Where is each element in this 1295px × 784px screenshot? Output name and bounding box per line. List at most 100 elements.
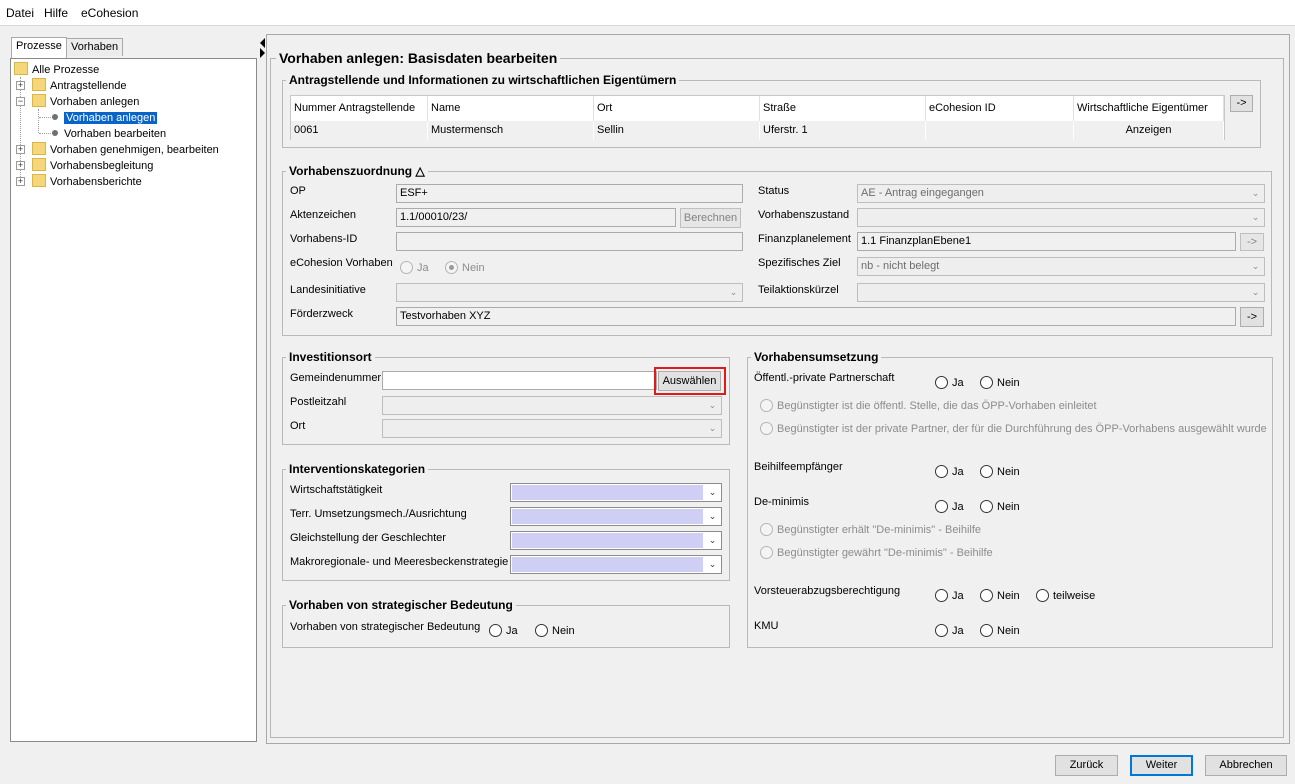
menu-ecohesion[interactable]: eCohesion <box>81 6 138 20</box>
collapse-left-icon[interactable] <box>260 38 265 48</box>
table-cell[interactable]: Mustermensch <box>428 121 594 140</box>
tax-no-radio[interactable]: Nein <box>980 589 1020 603</box>
op-label: OP <box>290 185 306 197</box>
menu-file[interactable]: Datei <box>6 6 34 20</box>
status-label: Status <box>758 185 790 197</box>
table-cell[interactable] <box>926 121 1074 140</box>
menu-bar: Datei Hilfe eCohesion <box>0 0 1295 26</box>
strategic-yes-radio[interactable]: Ja <box>489 624 518 638</box>
city-select[interactable]: ⌄ <box>382 419 722 438</box>
tree-item-approve[interactable]: Vorhaben genehmigen, bearbeiten <box>32 142 219 158</box>
show-owners-button[interactable]: Anzeigen <box>1074 121 1224 140</box>
tree-item-create-project[interactable]: Vorhaben anlegen <box>52 110 158 126</box>
tab-projects[interactable]: Vorhaben <box>66 38 124 56</box>
applicants-table: Nummer Antragstellende Name Ort Straße e… <box>290 95 1225 140</box>
table-header[interactable]: Straße <box>760 96 926 121</box>
kmu-no-radio[interactable]: Nein <box>980 624 1020 638</box>
tree-item-monitoring[interactable]: Vorhabensbegleitung <box>32 158 153 174</box>
menu-help[interactable]: Hilfe <box>44 6 68 20</box>
city-label: Ort <box>290 420 306 432</box>
tree-root[interactable]: Alle Prozesse <box>14 62 99 78</box>
ecohesion-yes-radio[interactable]: Ja <box>400 261 429 275</box>
folder-icon <box>32 142 46 155</box>
finplan-arrow-button[interactable]: -> <box>1240 233 1264 251</box>
ppp-yes-radio[interactable]: Ja <box>935 376 964 390</box>
purpose-arrow-button[interactable]: -> <box>1240 307 1264 327</box>
table-header[interactable]: Name <box>428 96 594 121</box>
state-select[interactable]: ⌄ <box>857 208 1265 227</box>
folder-icon <box>32 78 46 91</box>
specific-goal-select[interactable]: nb - nicht belegt ⌄ <box>857 257 1265 276</box>
deminimis-label: De-minimis <box>754 496 809 508</box>
table-header[interactable]: eCohesion ID <box>926 96 1074 121</box>
zip-select[interactable]: ⌄ <box>382 396 722 415</box>
macroregional-select[interactable]: ⌄ <box>510 555 722 574</box>
applicants-arrow-button[interactable]: -> <box>1230 95 1253 112</box>
aid-yes-radio[interactable]: Ja <box>935 465 964 479</box>
specific-goal-label: Spezifisches Ziel <box>758 257 841 269</box>
tab-processes[interactable]: Prozesse <box>11 37 67 58</box>
project-id-field <box>396 232 743 251</box>
collapse-triangle-icon[interactable]: △ <box>415 164 424 178</box>
ppp-label: Öffentl.-private Partnerschaft <box>754 372 895 384</box>
tree-item-create-project-group[interactable]: Vorhaben anlegen <box>32 94 139 110</box>
expand-icon[interactable]: + <box>16 161 25 170</box>
op-field: ESF+ <box>396 184 743 203</box>
project-id-label: Vorhabens-ID <box>290 233 358 245</box>
macroregional-label: Makroregionale- und Meeresbeckenstrategi… <box>290 556 509 568</box>
collapse-icon[interactable]: − <box>16 97 25 106</box>
territorial-select[interactable]: ⌄ <box>510 507 722 526</box>
territorial-label: Terr. Umsetzungsmech./Ausrichtung <box>290 508 467 520</box>
tree-item-edit-project[interactable]: Vorhaben bearbeiten <box>52 126 166 142</box>
bullet-icon <box>52 130 58 136</box>
next-button[interactable]: Weiter <box>1130 755 1193 776</box>
implementation-legend: Vorhabensumsetzung <box>751 350 882 364</box>
kmu-yes-radio[interactable]: Ja <box>935 624 964 638</box>
municipality-label: Gemeindenummer <box>290 372 382 384</box>
table-header[interactable]: Nummer Antragstellende <box>291 96 428 121</box>
tax-partial-radio[interactable]: teilweise <box>1036 589 1095 603</box>
expand-right-icon[interactable] <box>260 48 265 58</box>
cancel-button[interactable]: Abbrechen <box>1205 755 1287 776</box>
folder-icon <box>14 62 28 75</box>
municipality-input[interactable] <box>382 371 657 390</box>
table-cell[interactable]: Sellin <box>594 121 760 140</box>
calculate-button[interactable]: Berechnen <box>680 208 741 228</box>
economic-activity-label: Wirtschaftstätigkeit <box>290 484 383 496</box>
tree-item-applicants[interactable]: Antragstellende <box>32 78 126 94</box>
table-header[interactable]: Ort <box>594 96 760 121</box>
ppp-no-radio[interactable]: Nein <box>980 376 1020 390</box>
deminimis-yes-radio[interactable]: Ja <box>935 500 964 514</box>
status-select[interactable]: AE - Antrag eingegangen ⌄ <box>857 184 1265 203</box>
tax-yes-radio[interactable]: Ja <box>935 589 964 603</box>
chevron-down-icon: ⌄ <box>708 487 717 497</box>
back-button[interactable]: Zurück <box>1055 755 1118 776</box>
chevron-down-icon: ⌄ <box>708 511 717 521</box>
ecohesion-no-radio[interactable]: Nein <box>445 261 485 275</box>
aid-no-radio[interactable]: Nein <box>980 465 1020 479</box>
expand-icon[interactable]: + <box>16 177 25 186</box>
table-cell[interactable]: 0061 <box>291 121 428 140</box>
chevron-down-icon: ⌄ <box>1251 188 1260 198</box>
table-header[interactable]: Wirtschaftliche Eigentümer <box>1074 96 1224 121</box>
table-cell[interactable]: Uferstr. 1 <box>760 121 926 140</box>
expand-icon[interactable]: + <box>16 145 25 154</box>
action-code-select[interactable]: ⌄ <box>857 283 1265 302</box>
deminimis-no-radio[interactable]: Nein <box>980 500 1020 514</box>
chevron-down-icon: ⌄ <box>708 400 717 410</box>
initiative-label: Landesinitiative <box>290 284 366 296</box>
expand-icon[interactable]: + <box>16 81 25 90</box>
strategic-no-radio[interactable]: Nein <box>535 624 575 638</box>
ppp-private-radio[interactable]: Begünstigter ist der private Partner, de… <box>760 422 1267 436</box>
initiative-select[interactable]: ⌄ <box>396 283 743 302</box>
finplan-label: Finanzplanelement <box>758 233 851 245</box>
page-title: Vorhaben anlegen: Basisdaten bearbeiten <box>276 50 561 66</box>
strategic-label: Vorhaben von strategischer Bedeutung <box>290 621 481 633</box>
tree-item-reports[interactable]: Vorhabensberichte <box>32 174 142 190</box>
ppp-public-radio[interactable]: Begünstigter ist die öffentl. Stelle, di… <box>760 399 1097 413</box>
gender-equality-select[interactable]: ⌄ <box>510 531 722 550</box>
deminimis-receives-radio[interactable]: Begünstigter erhält "De-minimis" - Beihi… <box>760 523 981 537</box>
economic-activity-select[interactable]: ⌄ <box>510 483 722 502</box>
chevron-down-icon: ⌄ <box>1251 261 1260 271</box>
deminimis-grants-radio[interactable]: Begünstigter gewährt "De-minimis" - Beih… <box>760 546 993 560</box>
